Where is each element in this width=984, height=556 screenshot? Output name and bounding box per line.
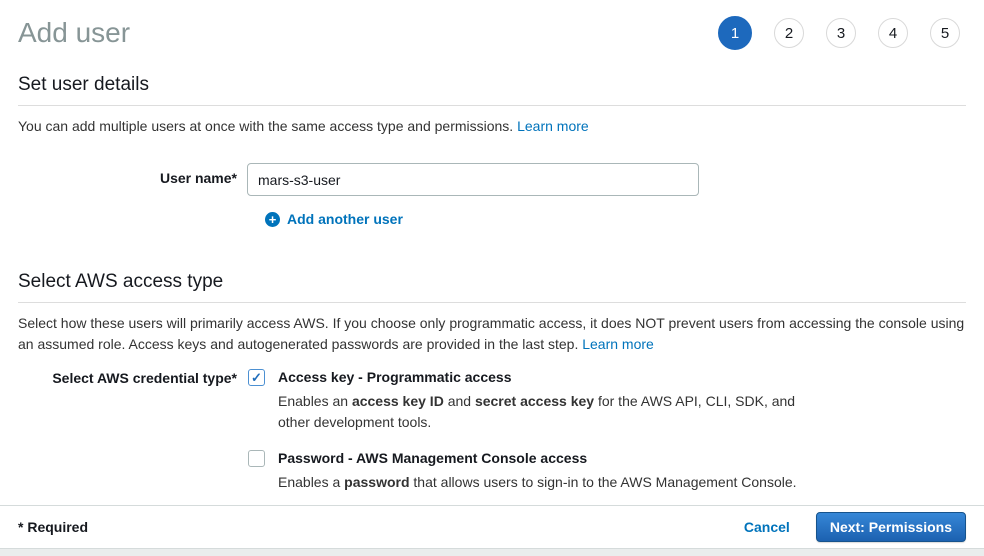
- check-icon: ✓: [251, 371, 262, 384]
- user-details-description: You can add multiple users at once with …: [18, 116, 966, 137]
- select-access-type-heading: Select AWS access type: [18, 271, 966, 303]
- step-5: 5: [930, 18, 960, 48]
- desc-segment: Enables a: [278, 474, 344, 490]
- step-3: 3: [826, 18, 856, 48]
- desc-segment-bold: password: [344, 474, 409, 490]
- access-type-description: Select how these users will primarily ac…: [18, 313, 966, 355]
- user-details-learn-more-link[interactable]: Learn more: [517, 118, 589, 134]
- username-input[interactable]: [247, 163, 699, 196]
- credential-type-row: Select AWS credential type* ✓ Access key…: [0, 369, 984, 493]
- programmatic-access-option: ✓ Access key - Programmatic access Enabl…: [247, 369, 803, 433]
- plus-circle-icon: +: [265, 212, 280, 227]
- access-type-learn-more-link[interactable]: Learn more: [582, 336, 654, 352]
- add-another-user-button[interactable]: + Add another user: [265, 211, 984, 227]
- desc-segment: and: [444, 393, 475, 409]
- credential-type-label: Select AWS credential type*: [0, 369, 247, 386]
- set-user-details-heading: Set user details: [18, 74, 966, 106]
- programmatic-access-title: Access key - Programmatic access: [278, 369, 803, 385]
- desc-segment: that allows users to sign-in to the AWS …: [410, 474, 797, 490]
- next-permissions-button[interactable]: Next: Permissions: [816, 512, 966, 542]
- credential-options: ✓ Access key - Programmatic access Enabl…: [247, 369, 803, 493]
- desc-segment: Enables an: [278, 393, 352, 409]
- username-row: User name*: [0, 163, 984, 196]
- console-access-title: Password - AWS Management Console access: [278, 450, 797, 466]
- add-user-wizard-page: Add user 1 2 3 4 5 Set user details You …: [0, 0, 984, 556]
- required-note: * Required: [18, 519, 88, 535]
- step-2: 2: [774, 18, 804, 48]
- desc-segment-bold: access key ID: [352, 393, 444, 409]
- wizard-footer: * Required Cancel Next: Permissions: [0, 505, 984, 548]
- programmatic-access-text: Access key - Programmatic access Enables…: [278, 369, 803, 433]
- console-access-desc: Enables a password that allows users to …: [278, 472, 797, 493]
- desc-segment-bold: secret access key: [475, 393, 594, 409]
- bottom-strip: [0, 548, 984, 556]
- console-access-checkbox[interactable]: [248, 450, 265, 467]
- console-access-text: Password - AWS Management Console access…: [278, 450, 797, 493]
- cancel-button[interactable]: Cancel: [744, 519, 790, 535]
- console-access-option: Password - AWS Management Console access…: [247, 450, 803, 493]
- wizard-header: Add user 1 2 3 4 5: [0, 0, 984, 58]
- user-details-description-text: You can add multiple users at once with …: [18, 118, 513, 134]
- step-1-active: 1: [718, 16, 752, 50]
- step-4: 4: [878, 18, 908, 48]
- username-label: User name*: [0, 163, 247, 186]
- page-title: Add user: [18, 17, 130, 49]
- programmatic-access-desc: Enables an access key ID and secret acce…: [278, 391, 803, 433]
- add-another-user-label[interactable]: Add another user: [287, 211, 403, 227]
- access-type-description-text: Select how these users will primarily ac…: [18, 315, 964, 352]
- programmatic-access-checkbox[interactable]: ✓: [248, 369, 265, 386]
- wizard-step-indicator: 1 2 3 4 5: [718, 16, 960, 50]
